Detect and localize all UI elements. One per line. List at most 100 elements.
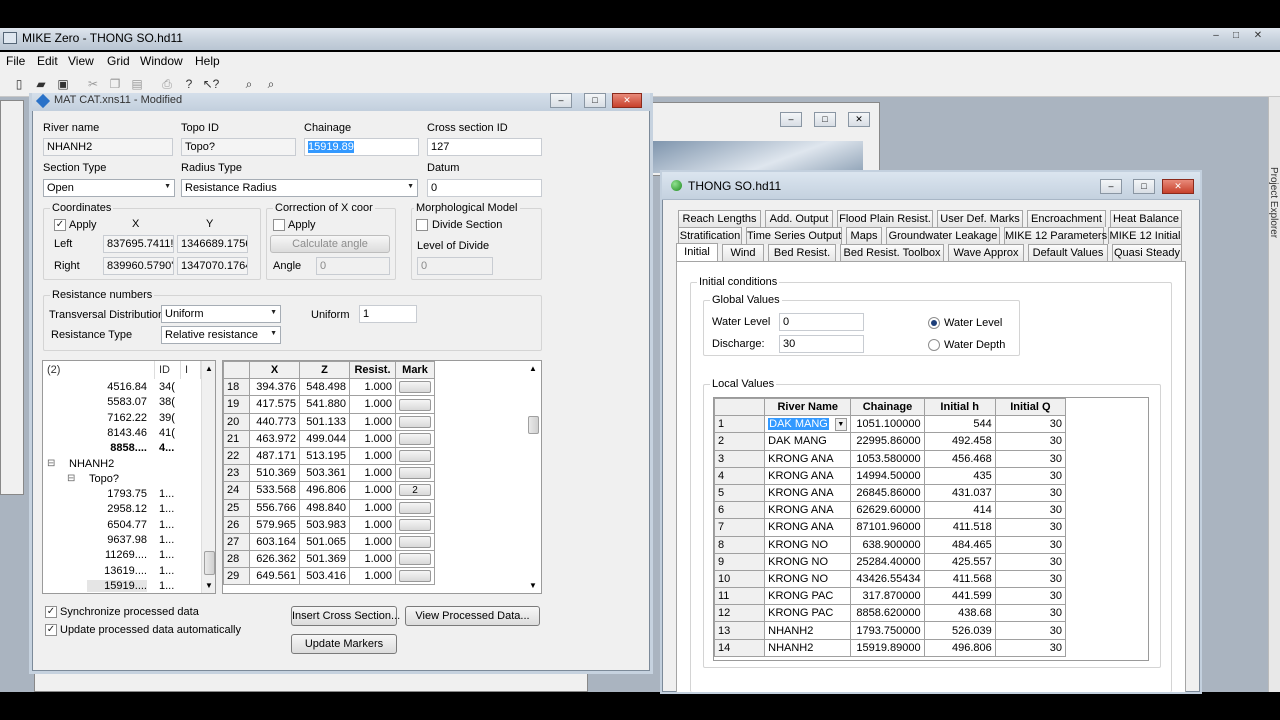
menu-view[interactable]: View — [68, 54, 94, 68]
left-y-field[interactable]: 1346689.1756 — [177, 235, 248, 253]
minimize-icon[interactable]: – — [1208, 29, 1224, 43]
local-row-number[interactable]: 11 — [714, 587, 766, 606]
water-level-radio[interactable] — [928, 317, 940, 329]
local-cell-chainage[interactable]: 638.900000 — [850, 535, 925, 554]
grid-row[interactable]: 19 417.575 541.880 1.000 — [223, 395, 435, 414]
grid-row[interactable]: 22 487.171 513.195 1.000 — [223, 446, 435, 466]
grid-cell-z[interactable]: 499.044 — [299, 429, 350, 448]
maximize-icon[interactable]: □ — [1228, 29, 1244, 43]
tree-item[interactable]: 9637.98 1... — [43, 534, 203, 549]
tab-initial[interactable]: Initial — [676, 243, 718, 262]
context-help-icon[interactable]: ↖? — [202, 75, 220, 93]
tab-wave-approx[interactable]: Wave Approx — [948, 244, 1024, 261]
grid-cell-resist[interactable]: 1.000 — [349, 481, 396, 500]
local-cell-river-name[interactable]: KRONG ANA — [764, 501, 852, 520]
close-icon[interactable]: ✕ — [848, 112, 870, 127]
grid-cell-z[interactable]: 513.195 — [299, 446, 350, 466]
save-icon[interactable]: ▣ — [54, 75, 72, 93]
grid-cell-resist[interactable]: 1.000 — [349, 378, 396, 397]
grid-cell-z[interactable]: 548.498 — [299, 378, 350, 397]
local-header-river-name[interactable]: River Name — [764, 398, 852, 417]
grid-row[interactable]: 26 579.965 503.983 1.000 — [223, 515, 435, 534]
mark-button[interactable] — [399, 536, 431, 549]
scroll-down-icon[interactable]: ▼ — [205, 581, 213, 590]
local-values-row[interactable]: 11 KRONG PAC 317.870000 441.599 30 — [714, 587, 1067, 606]
tree-scroll-thumb[interactable] — [204, 551, 215, 575]
local-cell-river-name[interactable]: KRONG ANA — [764, 466, 852, 485]
local-cell-initial-q[interactable]: 30 — [994, 621, 1067, 640]
local-cell-river-name[interactable]: KRONG PAC — [764, 587, 852, 606]
grid-header-resist[interactable]: Resist. — [349, 361, 396, 380]
grid-cell-z[interactable]: 501.133 — [299, 412, 350, 431]
scroll-up-icon[interactable]: ▲ — [205, 364, 213, 373]
grid-cell-z[interactable]: 503.416 — [299, 567, 350, 586]
local-cell-initial-q[interactable]: 30 — [994, 569, 1067, 589]
copy-icon[interactable]: ❐ — [106, 75, 124, 93]
grid-header-mark[interactable]: Mark — [395, 361, 435, 380]
grid-cell-z[interactable]: 496.806 — [299, 481, 350, 500]
grid-cell-x[interactable]: 533.568 — [249, 481, 300, 500]
find-icon[interactable]: ⌕ — [240, 75, 258, 93]
grid-row-number[interactable]: 25 — [223, 498, 250, 517]
local-row-number[interactable]: 9 — [714, 552, 766, 571]
local-values-row[interactable]: 5 KRONG ANA 26845.86000 431.037 30 — [714, 483, 1067, 503]
calculate-angle-button[interactable]: Calculate angle — [270, 235, 390, 253]
radius-type-dropdown[interactable]: Resistance Radius — [181, 179, 418, 197]
grid-cell-resist[interactable]: 1.000 — [349, 412, 396, 431]
grid-cell-z[interactable]: 501.369 — [299, 550, 350, 569]
find-next-icon[interactable]: ⌕ — [262, 75, 280, 93]
mark-button[interactable] — [399, 381, 431, 394]
update-automatically-checkbox[interactable]: ✓ — [45, 624, 57, 636]
discharge-field[interactable]: 30 — [779, 335, 864, 353]
tree-item[interactable]: 8143.46 41( — [43, 427, 203, 442]
grid-row[interactable]: 28 626.362 501.369 1.000 — [223, 550, 435, 569]
grid-row-number[interactable]: 29 — [223, 567, 250, 586]
grid-cell-x[interactable]: 649.561 — [249, 567, 300, 586]
scroll-down-icon[interactable]: ▼ — [529, 581, 537, 590]
local-cell-chainage[interactable]: 1793.750000 — [850, 621, 925, 640]
local-cell-initial-q[interactable]: 30 — [994, 432, 1067, 451]
local-cell-chainage[interactable]: 1053.580000 — [850, 449, 925, 468]
grid-row[interactable]: 27 603.164 501.065 1.000 — [223, 532, 435, 552]
local-row-number[interactable]: 6 — [714, 501, 766, 520]
angle-field[interactable]: 0 — [316, 257, 390, 275]
tree-scrollbar[interactable]: ▲ ▼ — [201, 361, 215, 593]
chainage-field[interactable]: 15919.89 — [304, 138, 419, 156]
grid-row-number[interactable]: 26 — [223, 515, 250, 534]
menu-help[interactable]: Help — [195, 54, 220, 68]
local-cell-chainage[interactable]: 26845.86000 — [850, 483, 925, 503]
grid-row-number[interactable]: 21 — [223, 429, 250, 448]
correction-apply-checkbox[interactable] — [273, 219, 285, 231]
local-cell-chainage[interactable]: 1051.100000 — [850, 415, 925, 434]
river-name-field[interactable]: NHANH2 — [43, 138, 173, 156]
project-explorer-sidebar[interactable]: Project Explorer — [1268, 97, 1280, 692]
local-cell-initial-q[interactable]: 30 — [994, 466, 1067, 485]
local-cell-chainage[interactable]: 14994.50000 — [850, 466, 925, 485]
grid-row[interactable]: 18 394.376 548.498 1.000 — [223, 378, 435, 397]
grid-scrollbar[interactable]: ▲ ▼ — [526, 361, 541, 593]
close-icon[interactable]: ✕ — [612, 93, 642, 108]
tab-encroachment[interactable]: Encroachment — [1027, 210, 1106, 227]
tab-user-def-marks[interactable]: User Def. Marks — [937, 210, 1023, 227]
datum-field[interactable]: 0 — [427, 179, 542, 197]
grid-cell-x[interactable]: 394.376 — [249, 378, 300, 397]
tree-item[interactable]: 1793.75 1... — [43, 488, 203, 503]
local-row-number[interactable]: 2 — [714, 432, 766, 451]
maximize-icon[interactable]: □ — [584, 93, 606, 108]
cross-section-tree[interactable]: (2) ID I 4516.84 34(5583.07 38(7162.22 39(8… — [42, 360, 216, 594]
help-icon[interactable]: ? — [180, 75, 198, 93]
local-cell-initial-h[interactable]: 484.465 — [923, 535, 996, 554]
local-values-row[interactable]: 9 KRONG NO 25284.40000 425.557 30 — [714, 552, 1067, 571]
tree-item[interactable]: ⊟ Topo? — [43, 473, 203, 488]
local-row-number[interactable]: 12 — [714, 604, 766, 623]
grid-cell-x[interactable]: 487.171 — [249, 446, 300, 466]
menu-grid[interactable]: Grid — [107, 54, 130, 68]
tab-maps[interactable]: Maps — [846, 227, 882, 244]
scroll-up-icon[interactable]: ▲ — [529, 364, 537, 373]
grid-cell-x[interactable]: 626.362 — [249, 550, 300, 569]
local-cell-initial-q[interactable]: 30 — [994, 483, 1067, 503]
mark-button[interactable] — [399, 553, 431, 566]
tab-bed-resist-toolbox[interactable]: Bed Resist. Toolbox — [840, 244, 944, 261]
local-header-initial-q[interactable]: Initial Q — [994, 398, 1067, 417]
grid-cell-x[interactable]: 440.773 — [249, 412, 300, 431]
